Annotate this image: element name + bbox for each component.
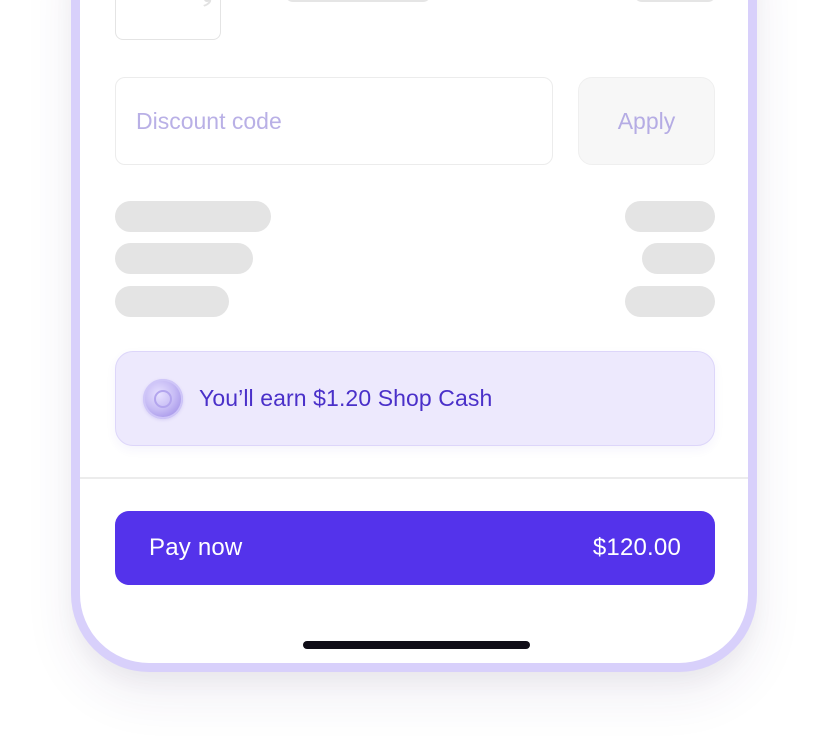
product-image-shape	[147, 0, 215, 14]
product-price-skeleton	[634, 0, 716, 2]
apply-button[interactable]: Apply	[578, 77, 715, 165]
summary-value-skeleton	[642, 243, 715, 274]
product-thumbnail	[115, 0, 221, 40]
shop-cash-coin-icon	[143, 378, 183, 419]
discount-code-input[interactable]	[134, 106, 552, 136]
product-title-skeleton	[285, 0, 431, 2]
pay-now-label: Pay now	[149, 534, 243, 561]
home-indicator	[303, 641, 530, 649]
pay-now-button[interactable]: Pay now $120.00	[115, 511, 715, 585]
summary-label-skeleton	[115, 286, 229, 317]
shop-cash-text: You’ll earn $1.20 Shop Cash	[199, 385, 493, 411]
shop-cash-banner: You’ll earn $1.20 Shop Cash	[115, 351, 715, 446]
summary-value-skeleton	[625, 286, 715, 317]
summary-label-skeleton	[115, 201, 271, 232]
pay-total-amount: $120.00	[592, 534, 681, 561]
screen: Apply You’ll earn $1.20 Shop Cash Pay no…	[0, 0, 828, 754]
phone-frame: Apply You’ll earn $1.20 Shop Cash Pay no…	[71, 0, 757, 672]
summary-label-skeleton	[115, 243, 253, 274]
summary-value-skeleton	[625, 201, 715, 232]
footer-divider	[80, 477, 748, 479]
discount-code-field[interactable]	[115, 77, 553, 165]
